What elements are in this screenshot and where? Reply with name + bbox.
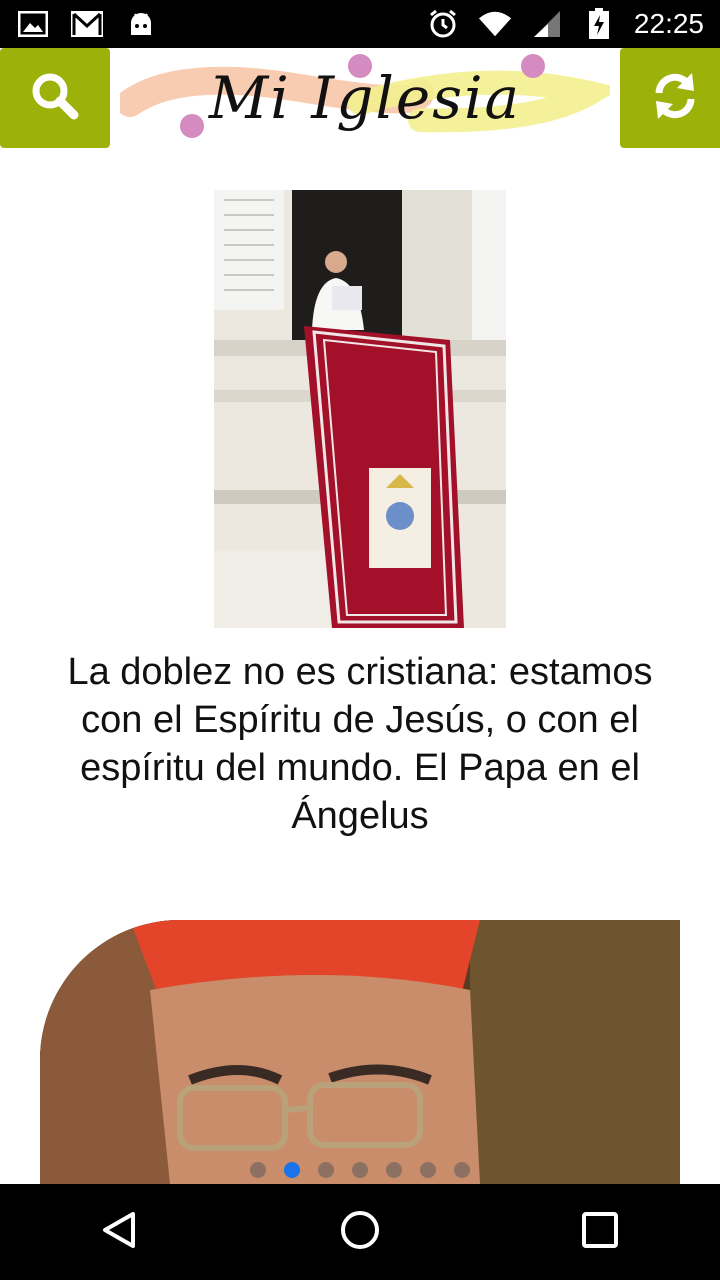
carousel-indicators bbox=[0, 1160, 720, 1180]
back-icon bbox=[100, 1210, 140, 1255]
status-time: 22:25 bbox=[633, 8, 704, 39]
search-icon bbox=[30, 71, 80, 126]
carousel-dot[interactable] bbox=[352, 1162, 368, 1178]
gmail-icon bbox=[70, 9, 104, 39]
carousel-dot-active[interactable] bbox=[284, 1162, 300, 1178]
image-icon bbox=[16, 9, 50, 39]
app-logo: Mi Iglesia bbox=[120, 48, 610, 148]
recents-icon bbox=[581, 1211, 619, 1254]
carousel-dot[interactable] bbox=[318, 1162, 334, 1178]
system-nav-bar bbox=[0, 1184, 720, 1280]
logo-text: Mi Iglesia bbox=[208, 64, 522, 132]
app-header: Mi Iglesia bbox=[0, 48, 720, 148]
carousel-dot[interactable] bbox=[420, 1162, 436, 1178]
status-notifications bbox=[16, 9, 158, 39]
status-bar: 22:25 bbox=[0, 0, 720, 48]
search-button[interactable] bbox=[0, 48, 110, 148]
home-button[interactable] bbox=[320, 1192, 400, 1272]
home-icon bbox=[339, 1209, 381, 1256]
refresh-icon bbox=[650, 71, 700, 126]
back-button[interactable] bbox=[80, 1192, 160, 1272]
carousel-dot[interactable] bbox=[386, 1162, 402, 1178]
recents-button[interactable] bbox=[560, 1192, 640, 1272]
android-icon bbox=[124, 9, 158, 39]
article-photo[interactable] bbox=[214, 190, 506, 628]
carousel-dot[interactable] bbox=[454, 1162, 470, 1178]
status-system: 22:25 bbox=[426, 8, 704, 40]
carousel-dot[interactable] bbox=[250, 1162, 266, 1178]
article-title[interactable]: La doblez no es cristiana: estamos con e… bbox=[40, 648, 680, 840]
refresh-button[interactable] bbox=[620, 48, 720, 148]
alarm-icon bbox=[426, 9, 460, 39]
signal-icon bbox=[530, 9, 564, 39]
battery-charging-icon bbox=[582, 8, 616, 39]
wifi-icon bbox=[478, 9, 512, 39]
second-article-photo[interactable] bbox=[40, 920, 680, 1184]
